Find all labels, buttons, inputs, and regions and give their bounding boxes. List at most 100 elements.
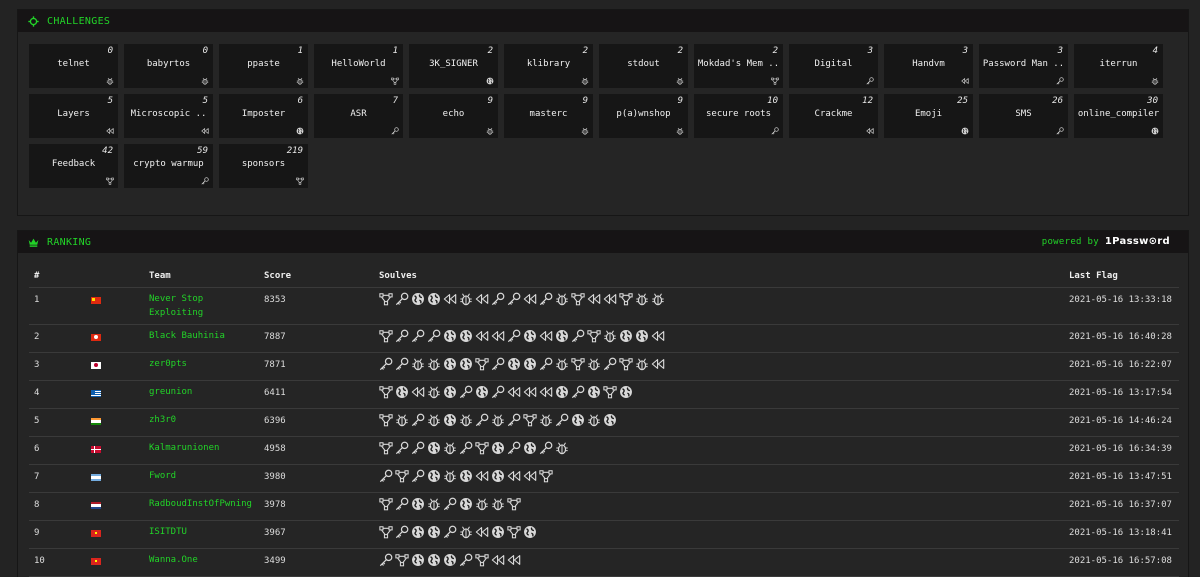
network-icon (523, 413, 537, 427)
challenge-card[interactable]: 9 p(a)wnshop (599, 94, 688, 138)
bug-icon (443, 441, 457, 455)
country-flag (91, 415, 101, 428)
challenge-points: 12 (862, 96, 873, 106)
challenge-card[interactable]: 219 sponsors (219, 144, 308, 188)
network-icon (379, 385, 393, 399)
challenge-card[interactable]: 3 Handvm (884, 44, 973, 88)
challenge-card[interactable]: 5 Microscopic .. (124, 94, 213, 138)
row-solves (379, 329, 665, 343)
challenge-card[interactable]: 12 Crackme (789, 94, 878, 138)
challenge-card[interactable]: 9 masterc (504, 94, 593, 138)
challenge-card[interactable]: 3 Password Man .. (979, 44, 1068, 88)
challenge-card[interactable]: 1 ppaste (219, 44, 308, 88)
network-icon (395, 469, 409, 483)
challenge-card[interactable]: 9 echo (409, 94, 498, 138)
table-row: 5 zh3r0 6396 2021-05-16 14:46:24 (29, 408, 1179, 437)
challenge-card[interactable]: 0 telnet (29, 44, 118, 88)
challenge-card[interactable]: 5 Layers (29, 94, 118, 138)
bug-icon (603, 329, 617, 343)
team-link[interactable]: ISITDTU (149, 525, 259, 539)
row-rank: 6 (34, 444, 40, 454)
rewind-icon (539, 385, 553, 399)
row-solves (379, 525, 537, 539)
challenge-card[interactable]: 1 HelloWorld (314, 44, 403, 88)
globe-icon (443, 357, 457, 371)
key-icon (411, 469, 425, 483)
rewind-icon (507, 469, 521, 483)
globe-icon (296, 127, 304, 135)
crown-icon (28, 237, 42, 247)
row-solves (379, 413, 617, 427)
challenge-card[interactable]: 25 Emoji (884, 94, 973, 138)
key-icon (201, 177, 209, 185)
network-icon (379, 497, 393, 511)
globe-icon (443, 329, 457, 343)
team-link[interactable]: RadboudInstOfPwning (149, 497, 259, 511)
globe-icon (961, 127, 969, 135)
row-rank: 8 (34, 500, 40, 510)
team-link[interactable]: greunion (149, 385, 259, 399)
sponsor-logo[interactable]: 1Passw⊙rd (1105, 236, 1170, 247)
challenge-card[interactable]: 59 crypto warmup (124, 144, 213, 188)
table-row: 9 ISITDTU 3967 2021-05-16 13:18:41 (29, 520, 1179, 549)
header-solves: Soulves (379, 271, 417, 281)
row-last-flag: 2021-05-16 16:57:08 (1069, 556, 1172, 566)
team-link[interactable]: Black Bauhinia (149, 329, 259, 343)
challenge-card[interactable]: 2 klibrary (504, 44, 593, 88)
row-solves (379, 497, 521, 511)
team-link[interactable]: zer0pts (149, 357, 259, 371)
table-row: 6 Kalmarunionen 4958 2021-05-16 16:34:39 (29, 436, 1179, 465)
key-icon (507, 292, 521, 306)
bug-icon (459, 292, 473, 306)
table-row: 2 Black Bauhinia 7887 2021-05-16 16:40:28 (29, 324, 1179, 353)
key-icon (507, 329, 521, 343)
key-icon (411, 441, 425, 455)
challenge-name: echo (442, 109, 465, 119)
challenge-card[interactable]: 2 stdout (599, 44, 688, 88)
rewind-icon (866, 127, 874, 135)
challenge-card[interactable]: 4 iterrun (1074, 44, 1163, 88)
team-link[interactable]: Never Stop Exploiting (149, 292, 259, 320)
row-solves (379, 292, 665, 306)
challenge-card[interactable]: 26 SMS (979, 94, 1068, 138)
network-icon (379, 413, 393, 427)
challenge-name: Emoji (914, 109, 943, 119)
challenge-name: crypto warmup (133, 159, 204, 169)
country-flag (91, 359, 101, 372)
network-icon (379, 525, 393, 539)
challenge-points: 2 (487, 46, 493, 56)
network-icon (296, 177, 304, 185)
challenge-card[interactable]: 10 secure roots (694, 94, 783, 138)
challenge-points: 219 (286, 146, 303, 156)
challenge-card[interactable]: 30 online_compiler (1074, 94, 1163, 138)
challenge-card[interactable]: 0 babyrtos (124, 44, 213, 88)
globe-icon (411, 292, 425, 306)
bug-icon (491, 413, 505, 427)
challenge-card[interactable]: 2 Mokdad's Mem .. (694, 44, 783, 88)
team-link[interactable]: Fword (149, 469, 259, 483)
challenge-card[interactable]: 3 Digital (789, 44, 878, 88)
row-score: 8353 (264, 295, 286, 305)
network-icon (106, 177, 114, 185)
challenge-card[interactable]: 7 ASR (314, 94, 403, 138)
challenge-name: 3K_SIGNER (429, 59, 478, 69)
network-icon (475, 357, 489, 371)
team-link[interactable]: zh3r0 (149, 413, 259, 427)
team-link[interactable]: Kalmarunionen (149, 441, 259, 455)
challenge-points: 4 (1152, 46, 1158, 56)
bug-icon (427, 385, 441, 399)
challenge-card[interactable]: 6 Imposter (219, 94, 308, 138)
team-link[interactable]: Wanna.One (149, 553, 259, 567)
challenge-card[interactable]: 42 Feedback (29, 144, 118, 188)
network-icon (603, 385, 617, 399)
row-score: 3978 (264, 500, 286, 510)
rewind-icon (523, 469, 537, 483)
globe-icon (491, 469, 505, 483)
challenge-card[interactable]: 2 3K_SIGNER (409, 44, 498, 88)
key-icon (491, 292, 505, 306)
globe-icon (571, 413, 585, 427)
row-solves (379, 441, 569, 455)
bug-icon (555, 441, 569, 455)
row-last-flag: 2021-05-16 16:37:07 (1069, 500, 1172, 510)
rewind-icon (201, 127, 209, 135)
